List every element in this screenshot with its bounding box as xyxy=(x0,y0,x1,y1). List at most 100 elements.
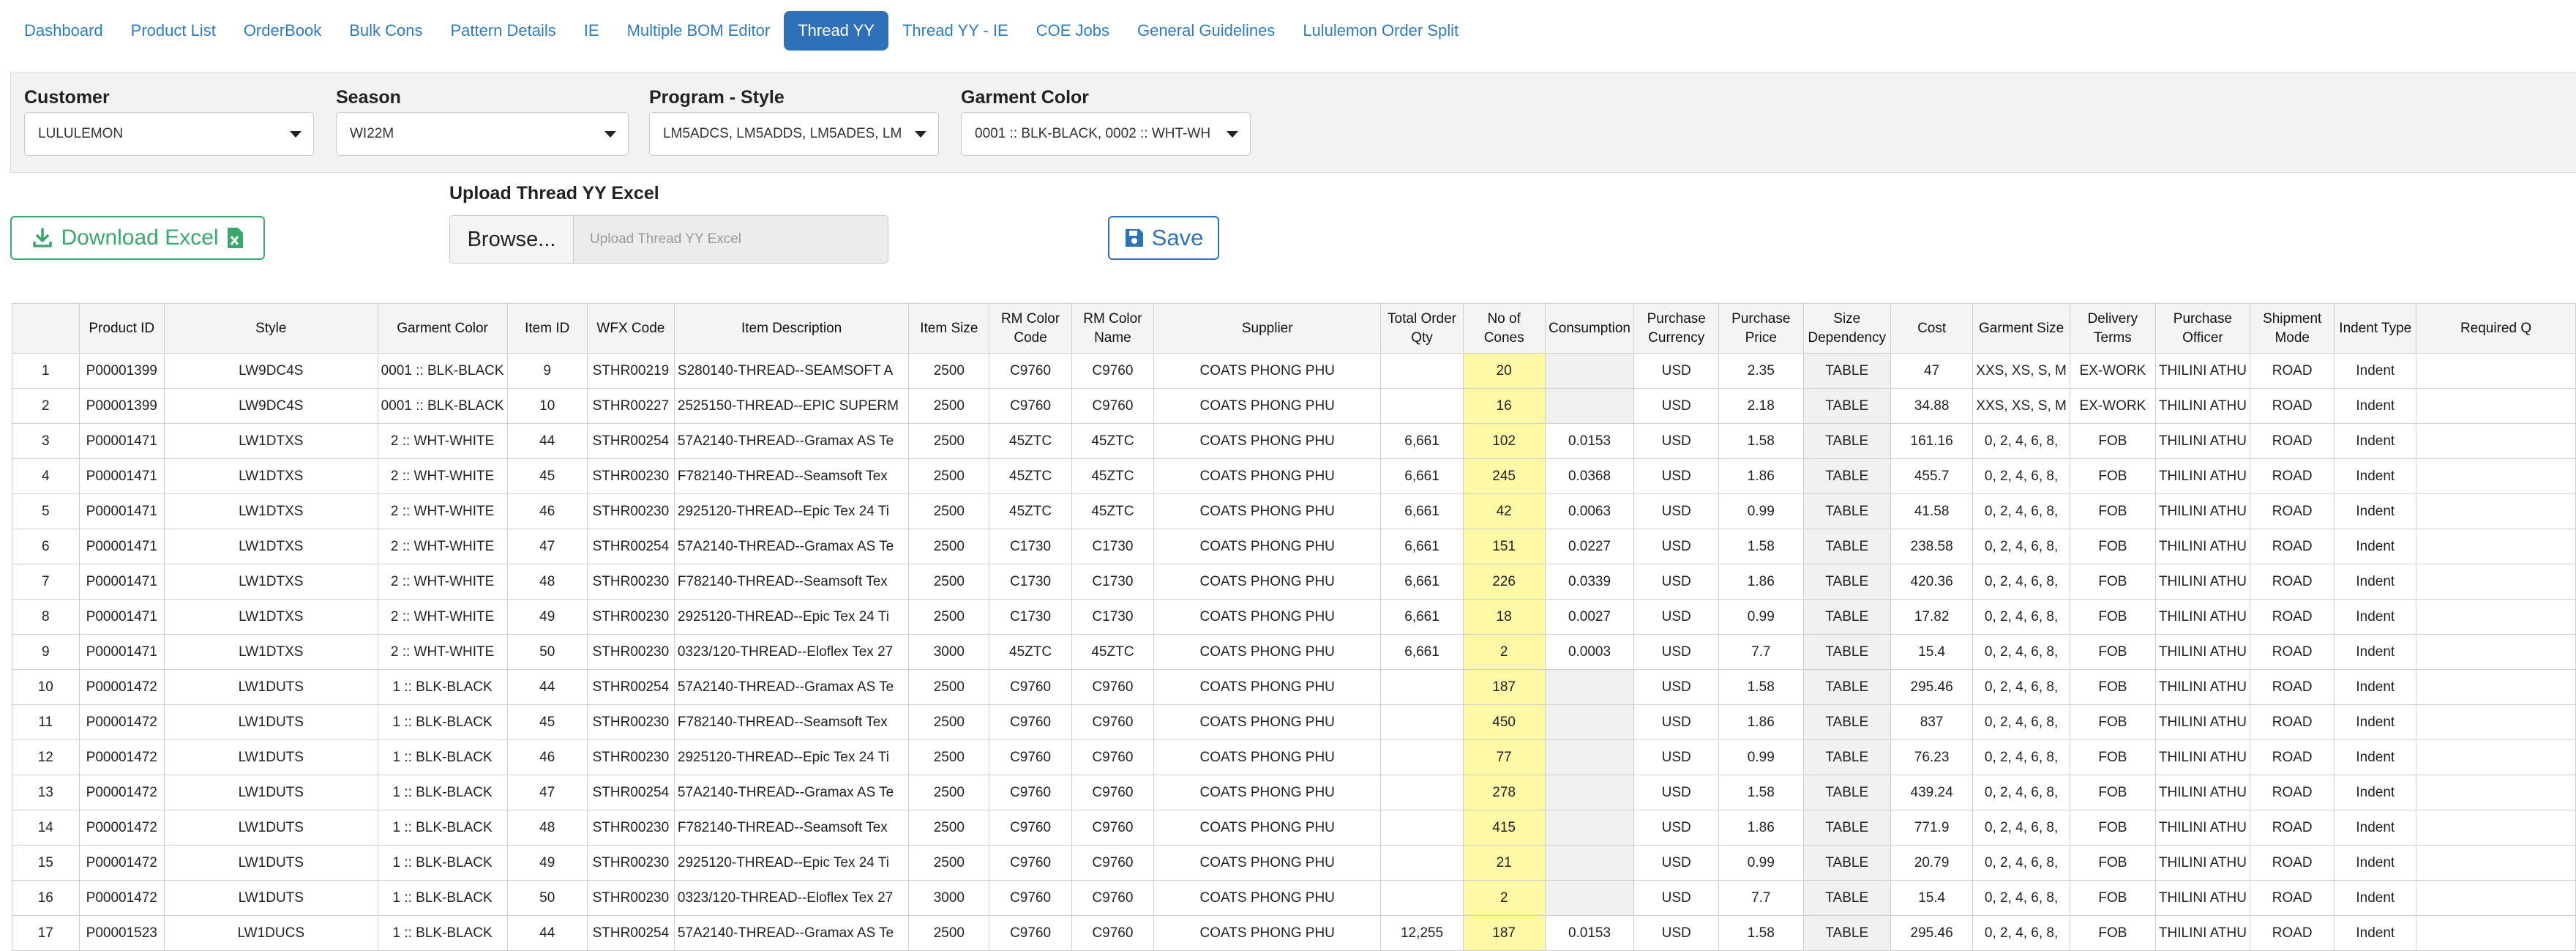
table-cell[interactable]: 226 xyxy=(1462,564,1546,600)
table-cell[interactable]: 245 xyxy=(1462,458,1546,494)
program-style-select[interactable]: LM5ADCS, LM5ADDS, LM5ADES, LM xyxy=(649,112,939,156)
table-cell: EX-WORK xyxy=(2069,388,2156,424)
table-cell[interactable]: 0.0027 xyxy=(1544,599,1635,635)
table-row[interactable]: 3 P00001471 LW1DTXS 2 :: WHT-WHITE 44 STHR002… xyxy=(12,423,2576,459)
column-header[interactable]: No of Cones xyxy=(1462,303,1546,354)
upload-filename-field[interactable]: Upload Thread YY Excel xyxy=(574,216,888,263)
table-row[interactable]: 6 P00001471 LW1DTXS 2 :: WHT-WHITE 47 STHR002… xyxy=(12,529,2576,564)
column-header[interactable]: Size Dependency xyxy=(1802,303,1891,354)
save-button[interactable]: Save xyxy=(1108,216,1219,260)
column-header[interactable]: Shipment Mode xyxy=(2249,303,2335,354)
table-cell[interactable]: 77 xyxy=(1462,739,1546,775)
table-row[interactable]: 13 P00001472 LW1DUTS 1 :: BLK-BLACK 47 STHR00… xyxy=(12,775,2576,810)
table-row[interactable]: 15 P00001472 LW1DUTS 1 :: BLK-BLACK 49 STHR00… xyxy=(12,845,2576,881)
table-cell[interactable]: 0.0153 xyxy=(1544,423,1635,459)
table-cell[interactable] xyxy=(1544,880,1635,916)
table-cell[interactable]: 21 xyxy=(1462,845,1546,881)
table-cell[interactable]: 2 xyxy=(1462,880,1546,916)
download-excel-button[interactable]: Download Excel xyxy=(10,216,265,260)
table-cell[interactable] xyxy=(1544,845,1635,881)
table-cell[interactable]: 0.0003 xyxy=(1544,634,1635,670)
column-header[interactable]: Garment Color xyxy=(377,303,508,354)
column-header[interactable]: WFX Code xyxy=(586,303,675,354)
tab-orderbook[interactable]: OrderBook xyxy=(230,11,335,51)
table-row[interactable]: 9 P00001471 LW1DTXS 2 :: WHT-WHITE 50 STHR002… xyxy=(12,634,2576,670)
column-header[interactable]: Item Size xyxy=(908,303,990,354)
season-select[interactable]: WI22M xyxy=(336,112,629,156)
table-cell[interactable]: 2 xyxy=(1462,634,1546,670)
column-header[interactable]: Product ID xyxy=(78,303,165,354)
table-cell[interactable]: 450 xyxy=(1462,704,1546,740)
column-header[interactable]: RM Color Name xyxy=(1071,303,1155,354)
table-cell[interactable]: 415 xyxy=(1462,810,1546,846)
table-cell xyxy=(1380,353,1464,389)
table-row[interactable]: 8 P00001471 LW1DTXS 2 :: WHT-WHITE 49 STHR002… xyxy=(12,599,2576,635)
table-row[interactable]: 10 P00001472 LW1DUTS 1 :: BLK-BLACK 44 STHR00… xyxy=(12,669,2576,705)
table-cell[interactable]: 187 xyxy=(1462,915,1546,951)
tab-pattern-details[interactable]: Pattern Details xyxy=(436,11,569,51)
column-header[interactable]: Required Q xyxy=(2416,303,2576,354)
column-header[interactable]: Purchase Currency xyxy=(1633,303,1719,354)
table-cell[interactable]: 278 xyxy=(1462,775,1546,810)
column-header[interactable]: Delivery Terms xyxy=(2069,303,2156,354)
tab-thread-yy-ie[interactable]: Thread YY - IE xyxy=(888,11,1022,51)
customer-select[interactable]: LULULEMON xyxy=(24,112,314,156)
table-cell[interactable]: 20 xyxy=(1462,353,1546,389)
column-header[interactable]: Style xyxy=(163,303,378,354)
upload-file-input[interactable]: Browse... Upload Thread YY Excel xyxy=(449,215,888,264)
tab-bulk-cons[interactable]: Bulk Cons xyxy=(335,11,436,51)
table-cell: Indent xyxy=(2334,704,2417,740)
tab-lululemon-order-split[interactable]: Lululemon Order Split xyxy=(1289,11,1472,51)
column-header[interactable]: Cost xyxy=(1890,303,1974,354)
column-header[interactable]: Total Order Qty xyxy=(1380,303,1464,354)
table-cell[interactable]: 0.0227 xyxy=(1544,529,1635,564)
table-cell[interactable]: 187 xyxy=(1462,669,1546,705)
table-cell[interactable] xyxy=(1544,669,1635,705)
tab-product-list[interactable]: Product List xyxy=(117,11,230,51)
garment-color-select[interactable]: 0001 :: BLK-BLACK, 0002 :: WHT-WH xyxy=(961,112,1251,156)
table-row[interactable]: 1 P00001399 LW9DC4S 0001 :: BLK-BLACK 9 STHR0… xyxy=(12,353,2576,389)
column-header[interactable]: Purchase Officer xyxy=(2154,303,2250,354)
table-cell[interactable]: 42 xyxy=(1462,493,1546,529)
table-cell[interactable] xyxy=(1544,388,1635,424)
table-cell[interactable] xyxy=(1544,775,1635,810)
tab-dashboard[interactable]: Dashboard xyxy=(10,11,117,51)
table-cell[interactable] xyxy=(1544,810,1635,846)
column-header[interactable]: Purchase Price xyxy=(1718,303,1804,354)
column-header[interactable]: Item Description xyxy=(673,303,910,354)
table-row[interactable]: 17 P00001523 LW1DUCS 1 :: BLK-BLACK 44 STHR00… xyxy=(12,915,2576,951)
table-row[interactable]: 5 P00001471 LW1DTXS 2 :: WHT-WHITE 46 STHR002… xyxy=(12,493,2576,529)
table-row[interactable]: 2 P00001399 LW9DC4S 0001 :: BLK-BLACK 10 STHR… xyxy=(12,388,2576,424)
column-header[interactable]: Item ID xyxy=(506,303,588,354)
table-cell: 47 xyxy=(506,529,588,564)
tab-coe-jobs[interactable]: COE Jobs xyxy=(1022,11,1123,51)
table-cell[interactable]: 0.0368 xyxy=(1544,458,1635,494)
browse-button[interactable]: Browse... xyxy=(450,216,574,263)
table-cell[interactable] xyxy=(1544,739,1635,775)
table-row[interactable]: 7 P00001471 LW1DTXS 2 :: WHT-WHITE 48 STHR002… xyxy=(12,564,2576,600)
table-cell[interactable] xyxy=(1544,353,1635,389)
table-cell[interactable]: 151 xyxy=(1462,529,1546,564)
table-row[interactable]: 16 P00001472 LW1DUTS 1 :: BLK-BLACK 50 STHR00… xyxy=(12,880,2576,916)
table-cell[interactable]: 0.0063 xyxy=(1544,493,1635,529)
column-header[interactable]: Supplier xyxy=(1153,303,1382,354)
table-cell[interactable] xyxy=(1544,704,1635,740)
table-cell[interactable]: 0.0339 xyxy=(1544,564,1635,600)
table-cell[interactable]: 102 xyxy=(1462,423,1546,459)
table-cell[interactable]: 16 xyxy=(1462,388,1546,424)
column-header[interactable]: RM Color Code xyxy=(989,303,1072,354)
column-header[interactable]: Garment Size xyxy=(1972,303,2070,354)
tab-multiple-bom-editor[interactable]: Multiple BOM Editor xyxy=(613,11,785,51)
tab-thread-yy[interactable]: Thread YY xyxy=(784,11,888,51)
tab-ie[interactable]: IE xyxy=(570,11,613,51)
column-header[interactable] xyxy=(12,303,80,354)
column-header[interactable]: Consumption xyxy=(1544,303,1635,354)
column-header[interactable]: Indent Type xyxy=(2334,303,2417,354)
table-row[interactable]: 11 P00001472 LW1DUTS 1 :: BLK-BLACK 45 STHR00… xyxy=(12,704,2576,740)
table-row[interactable]: 4 P00001471 LW1DTXS 2 :: WHT-WHITE 45 STHR002… xyxy=(12,458,2576,494)
table-row[interactable]: 12 P00001472 LW1DUTS 1 :: BLK-BLACK 46 STHR00… xyxy=(12,739,2576,775)
tab-general-guidelines[interactable]: General Guidelines xyxy=(1123,11,1289,51)
table-row[interactable]: 14 P00001472 LW1DUTS 1 :: BLK-BLACK 48 STHR00… xyxy=(12,810,2576,846)
table-cell[interactable]: 0.0153 xyxy=(1544,915,1635,951)
table-cell[interactable]: 18 xyxy=(1462,599,1546,635)
